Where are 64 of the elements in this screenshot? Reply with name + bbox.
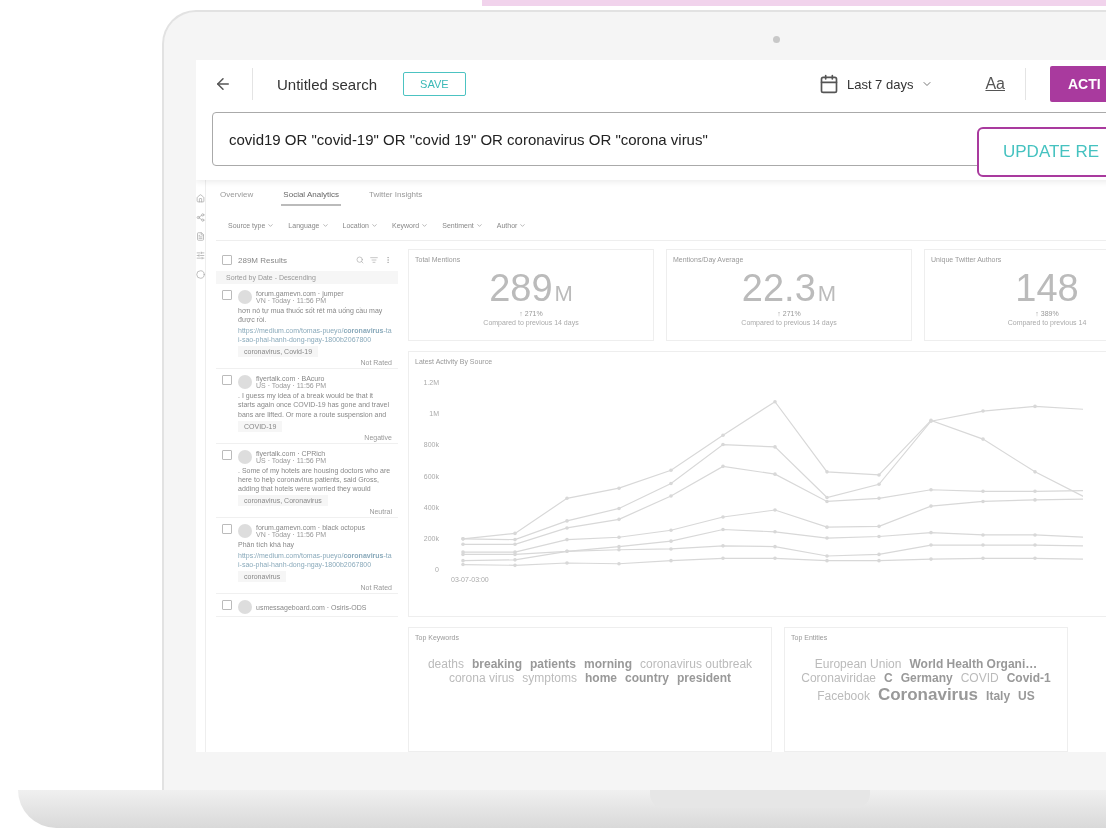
search-icon[interactable] [356, 256, 364, 264]
stat-unit: M [817, 281, 837, 307]
cloud-word: morning [584, 657, 632, 671]
cloud-word: World Health Organi… [909, 657, 1038, 671]
checkbox[interactable] [222, 449, 232, 460]
cloud-word: breaking [471, 657, 522, 671]
date-range-dropdown[interactable]: Last 7 days [818, 74, 934, 94]
circle-icon[interactable] [196, 270, 205, 279]
cloud-word: patients [530, 657, 576, 671]
cloud-word: COVID [960, 671, 999, 685]
document-icon[interactable] [196, 232, 205, 241]
tab[interactable]: Twitter Insights [366, 184, 425, 206]
calendar-icon [818, 74, 839, 94]
checkbox[interactable] [222, 290, 232, 300]
checkbox[interactable] [222, 600, 232, 611]
results-count: 289M Results [238, 255, 288, 265]
back-arrow-icon[interactable] [214, 75, 232, 93]
caret-icon [267, 221, 275, 229]
more-icon[interactable] [384, 256, 392, 264]
font-toggle[interactable]: Aa [985, 75, 1005, 93]
cloud-word: corona virus [448, 671, 515, 685]
caret-icon [475, 221, 483, 229]
avatar [238, 600, 252, 615]
cloud-word: home [585, 671, 617, 685]
avatar [238, 449, 252, 464]
tab[interactable]: Social Analytics [281, 184, 341, 206]
cloud-word: Germany [900, 671, 953, 685]
avatar [238, 290, 252, 304]
avatar [238, 375, 252, 390]
caret-icon [421, 221, 429, 229]
stat-unit: M [554, 281, 573, 307]
caret-icon [371, 221, 378, 229]
save-button[interactable]: SAVE [403, 72, 466, 96]
action-button[interactable]: ACTI [1050, 66, 1106, 102]
cloud-word: C [884, 671, 893, 685]
cloud-word: Covid-1 [1006, 671, 1051, 685]
cloud-word: president [677, 671, 732, 685]
cloud-word: Coronavirus [877, 685, 979, 705]
cloud-word: symptoms [522, 671, 577, 685]
caret-icon [321, 221, 329, 229]
stat-value: 289 [489, 267, 553, 310]
share-icon[interactable] [196, 213, 205, 222]
cloud-word: deaths [427, 657, 464, 671]
checkbox[interactable] [222, 523, 232, 534]
cloud-word: European Union [814, 657, 902, 671]
cloud-word: Facebook [817, 689, 870, 703]
avatar [238, 523, 252, 538]
update-button[interactable]: UPDATE RE [977, 127, 1106, 177]
cloud-word: US [1018, 689, 1035, 703]
tab[interactable]: Overview [218, 184, 256, 206]
cloud-word: coronavirus outbreak [640, 657, 753, 671]
search-title: Untitled search [277, 75, 378, 93]
cloud-word: Italy [986, 689, 1011, 703]
checkbox[interactable] [222, 255, 232, 265]
checkbox[interactable] [222, 375, 232, 386]
stat-value: 148 [1015, 267, 1079, 310]
sliders-icon[interactable] [196, 251, 205, 260]
home-icon[interactable] [196, 194, 205, 203]
camera-dot [773, 36, 780, 43]
sort-icon[interactable] [370, 256, 378, 264]
cloud-word: Coronaviridae [801, 671, 876, 685]
cloud-word: country [625, 671, 670, 685]
caret-icon [519, 221, 527, 229]
stat-value: 22.3 [741, 267, 816, 310]
